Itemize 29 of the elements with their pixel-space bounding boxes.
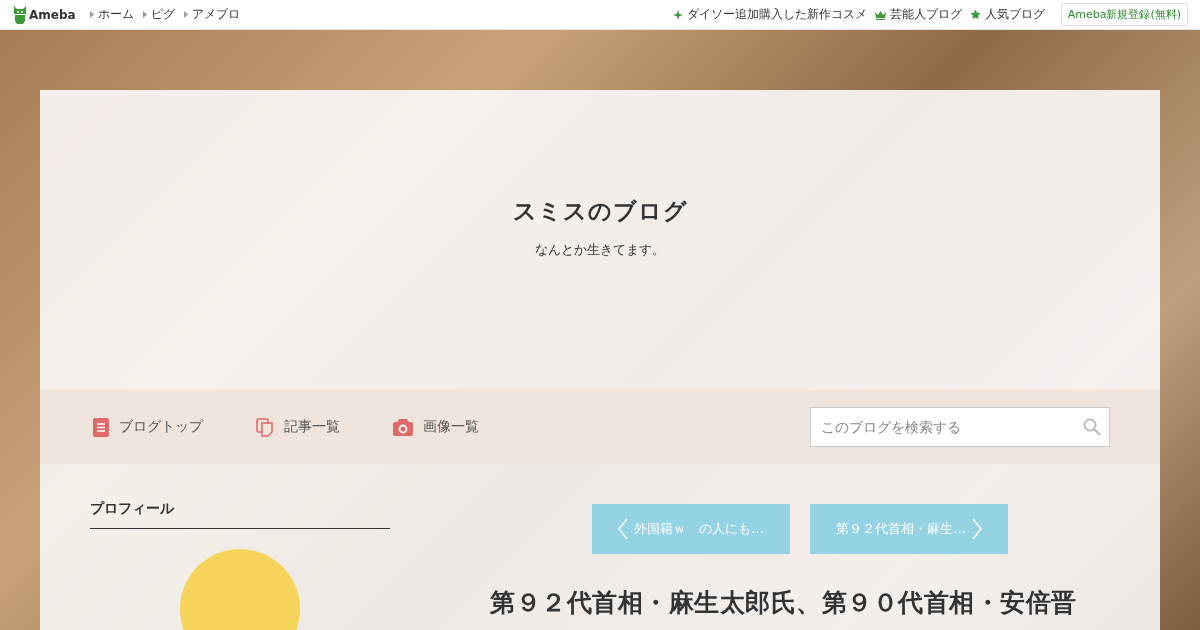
search-icon[interactable] — [1083, 418, 1101, 436]
featured-link[interactable]: ダイソー追加購入した新作コスメ — [686, 6, 867, 23]
caret-icon — [183, 11, 188, 18]
document-icon — [93, 417, 109, 437]
signup-button[interactable]: Ameba新規登録(無料) — [1060, 3, 1188, 26]
crown-icon — [874, 9, 886, 20]
pages-icon — [256, 417, 274, 437]
chevron-right-icon — [972, 518, 982, 540]
featured-link[interactable]: 芸能人ブログ — [889, 6, 962, 23]
blog-nav-link[interactable]: 画像一覧 — [423, 418, 479, 436]
logo-icon[interactable] — [13, 5, 27, 24]
nav-link[interactable]: アメブロ — [191, 6, 240, 23]
blog-title[interactable]: スミスのブログ — [512, 195, 688, 227]
sparkle-icon — [672, 9, 683, 20]
nav-link[interactable]: ホーム — [97, 6, 134, 23]
caret-icon — [142, 11, 147, 18]
profile-heading: プロフィール — [90, 500, 390, 529]
blog-description: なんとか生きてます。 — [535, 240, 665, 259]
blog-nav-link[interactable]: ブログトップ — [119, 418, 203, 436]
blog-nav-link[interactable]: 記事一覧 — [284, 418, 340, 436]
search-field[interactable]: このブログを検索する — [810, 407, 1110, 447]
nav-link[interactable]: ピグ — [150, 6, 175, 23]
featured-link[interactable]: 人気ブログ — [984, 6, 1045, 23]
article-title[interactable]: 第９２代首相・麻生太郎氏、第９０代首相・安倍晋 — [490, 586, 1110, 619]
camera-icon — [393, 418, 413, 436]
chevron-left-icon — [618, 518, 628, 540]
logo-text[interactable]: Ameba — [29, 7, 76, 22]
caret-icon — [89, 11, 94, 18]
star-icon — [969, 9, 981, 20]
